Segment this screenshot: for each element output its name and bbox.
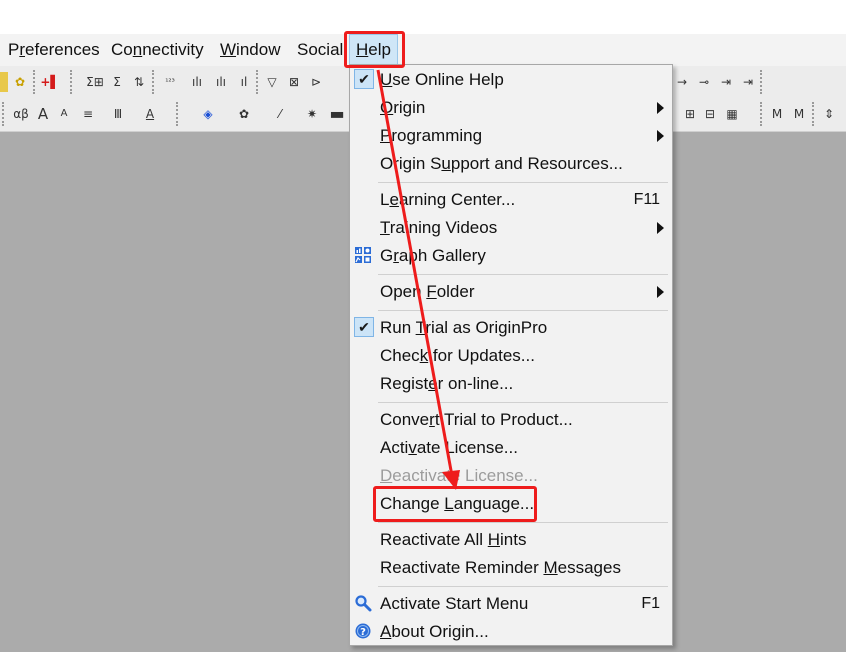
menu-preferences[interactable]: Preferences — [8, 34, 100, 66]
line-end-icon[interactable]: ⊸ — [694, 72, 714, 92]
sum-icon[interactable]: Σ — [108, 72, 126, 92]
edit-icon[interactable] — [0, 72, 8, 92]
info-icon: ? — [355, 623, 371, 639]
toolbar-separator — [70, 70, 78, 94]
menu-connectivity[interactable]: Connectivity — [111, 34, 204, 66]
menu-separator — [378, 402, 668, 403]
submenu-arrow-icon — [657, 130, 664, 142]
add-column-icon[interactable]: +▌ — [40, 72, 60, 92]
reapply-filter-icon[interactable]: ⊳ — [306, 72, 326, 92]
menu-label: indow — [236, 40, 281, 59]
border-icon[interactable]: ⊟ — [700, 104, 720, 124]
menu-separator — [378, 310, 668, 311]
graph-gallery-icon — [355, 247, 371, 263]
title-area — [0, 0, 846, 34]
decrease-font-icon[interactable]: A — [56, 104, 72, 124]
grid-icon[interactable]: ⊞ — [680, 104, 700, 124]
greek-icon[interactable]: αβ — [10, 104, 32, 124]
menu-label: eferences — [25, 40, 100, 59]
menu-item-support-resources[interactable]: Origin Support and Resources... — [350, 150, 672, 178]
submenu-arrow-icon — [657, 286, 664, 298]
column-chart-icon[interactable]: ılı — [210, 72, 232, 92]
unmerge-icon[interactable]: M — [790, 104, 808, 124]
menu-item-reactivate-hints[interactable]: Reactivate All Hints — [350, 526, 672, 554]
arrow-icon[interactable]: → — [672, 72, 692, 92]
row-height-icon[interactable]: ⇕ — [820, 104, 838, 124]
check-icon: ✔ — [354, 317, 374, 337]
menu-separator — [378, 274, 668, 275]
filter-icon[interactable]: ▽ — [262, 72, 282, 92]
table-icon[interactable]: ▦ — [722, 104, 742, 124]
menu-item-open-folder[interactable]: Open Folder — [350, 278, 672, 306]
menu-item-programming[interactable]: Programming — [350, 122, 672, 150]
menu-item-graph-gallery[interactable]: Graph Gallery — [350, 242, 672, 270]
symbol-icon[interactable]: ✷ — [302, 104, 322, 124]
columns-icon[interactable]: Ⅲ — [108, 104, 128, 124]
menu-separator — [378, 586, 668, 587]
pattern-icon[interactable]: ✿ — [234, 104, 254, 124]
bar-chart-icon[interactable]: ılı — [186, 72, 208, 92]
font-color-icon[interactable]: A — [140, 104, 160, 124]
sort-icon[interactable]: ⇅ — [128, 72, 150, 92]
shortcut-label: F11 — [633, 191, 660, 208]
help-menu-highlight — [344, 31, 405, 68]
submenu-arrow-icon — [657, 102, 664, 114]
column-stats-icon[interactable]: Σ⊞ — [84, 72, 106, 92]
menu-bar: Preferences Connectivity Window Social H… — [0, 34, 846, 67]
menu-item-register-online[interactable]: Register on-line... — [350, 370, 672, 398]
menu-item-about-origin[interactable]: ? About Origin... — [350, 618, 672, 646]
menu-item-run-trial-originpro[interactable]: ✔ Run Trial as OriginPro — [350, 314, 672, 342]
menu-item-check-updates[interactable]: Check for Updates... — [350, 342, 672, 370]
line-color-icon[interactable]: ⁄ — [270, 104, 290, 124]
menu-label: Co — [111, 40, 133, 59]
menu-label: P — [8, 40, 20, 59]
menu-item-activate-start-menu[interactable]: Activate Start Menu F1 — [350, 590, 672, 618]
menu-window[interactable]: Window — [220, 34, 280, 66]
toolbar-separator — [2, 102, 10, 126]
fill-color-icon[interactable]: ◈ — [198, 104, 218, 124]
menu-label: Social — [297, 40, 344, 59]
toolbar-separator — [812, 102, 820, 126]
menu-mnemonic: W — [220, 40, 237, 59]
menu-item-use-online-help[interactable]: ✔ Use Online Help — [350, 66, 672, 94]
toolbar-separator — [152, 70, 160, 94]
change-language-highlight — [373, 486, 537, 522]
align-icon[interactable]: ≡ — [78, 104, 98, 124]
menu-item-convert-trial[interactable]: Convert Trial to Product... — [350, 406, 672, 434]
menu-item-training-videos[interactable]: Training Videos — [350, 214, 672, 242]
shortcut-label: F1 — [641, 595, 660, 612]
row-numbers-icon[interactable]: ¹²³ — [160, 72, 180, 92]
svg-text:?: ? — [360, 627, 366, 638]
toolbar-separator — [176, 102, 184, 126]
menu-social[interactable]: Social — [297, 34, 343, 66]
line-width-icon[interactable]: ▬ — [326, 104, 348, 124]
histogram-icon[interactable]: ıl — [234, 72, 254, 92]
increase-font-icon[interactable]: A — [34, 104, 52, 124]
merge-icon[interactable]: M — [768, 104, 786, 124]
menu-label: nectivity — [142, 40, 204, 59]
help-menu-dropdown: ✔ Use Online Help Origin Programming Ori… — [349, 64, 673, 646]
menu-mnemonic: n — [132, 40, 143, 59]
arrow-bar-icon[interactable]: ⇥ — [738, 72, 758, 92]
submenu-arrow-icon — [657, 222, 664, 234]
settings-icon[interactable]: ✿ — [10, 72, 30, 92]
menu-item-origin[interactable]: Origin — [350, 94, 672, 122]
menu-item-reactivate-reminders[interactable]: Reactivate Reminder Messages — [350, 554, 672, 582]
menu-item-activate-license[interactable]: Activate License... — [350, 434, 672, 462]
arrow-stop-icon[interactable]: ⇥ — [716, 72, 736, 92]
clear-filter-icon[interactable]: ⊠ — [284, 72, 304, 92]
toolbar-separator — [760, 102, 768, 126]
menu-separator — [378, 182, 668, 183]
menu-item-learning-center[interactable]: Learning Center... F11 — [350, 186, 672, 214]
magnifier-icon — [355, 595, 372, 612]
menu-separator — [378, 522, 668, 523]
toolbar-separator — [760, 70, 768, 94]
check-icon: ✔ — [354, 69, 374, 89]
